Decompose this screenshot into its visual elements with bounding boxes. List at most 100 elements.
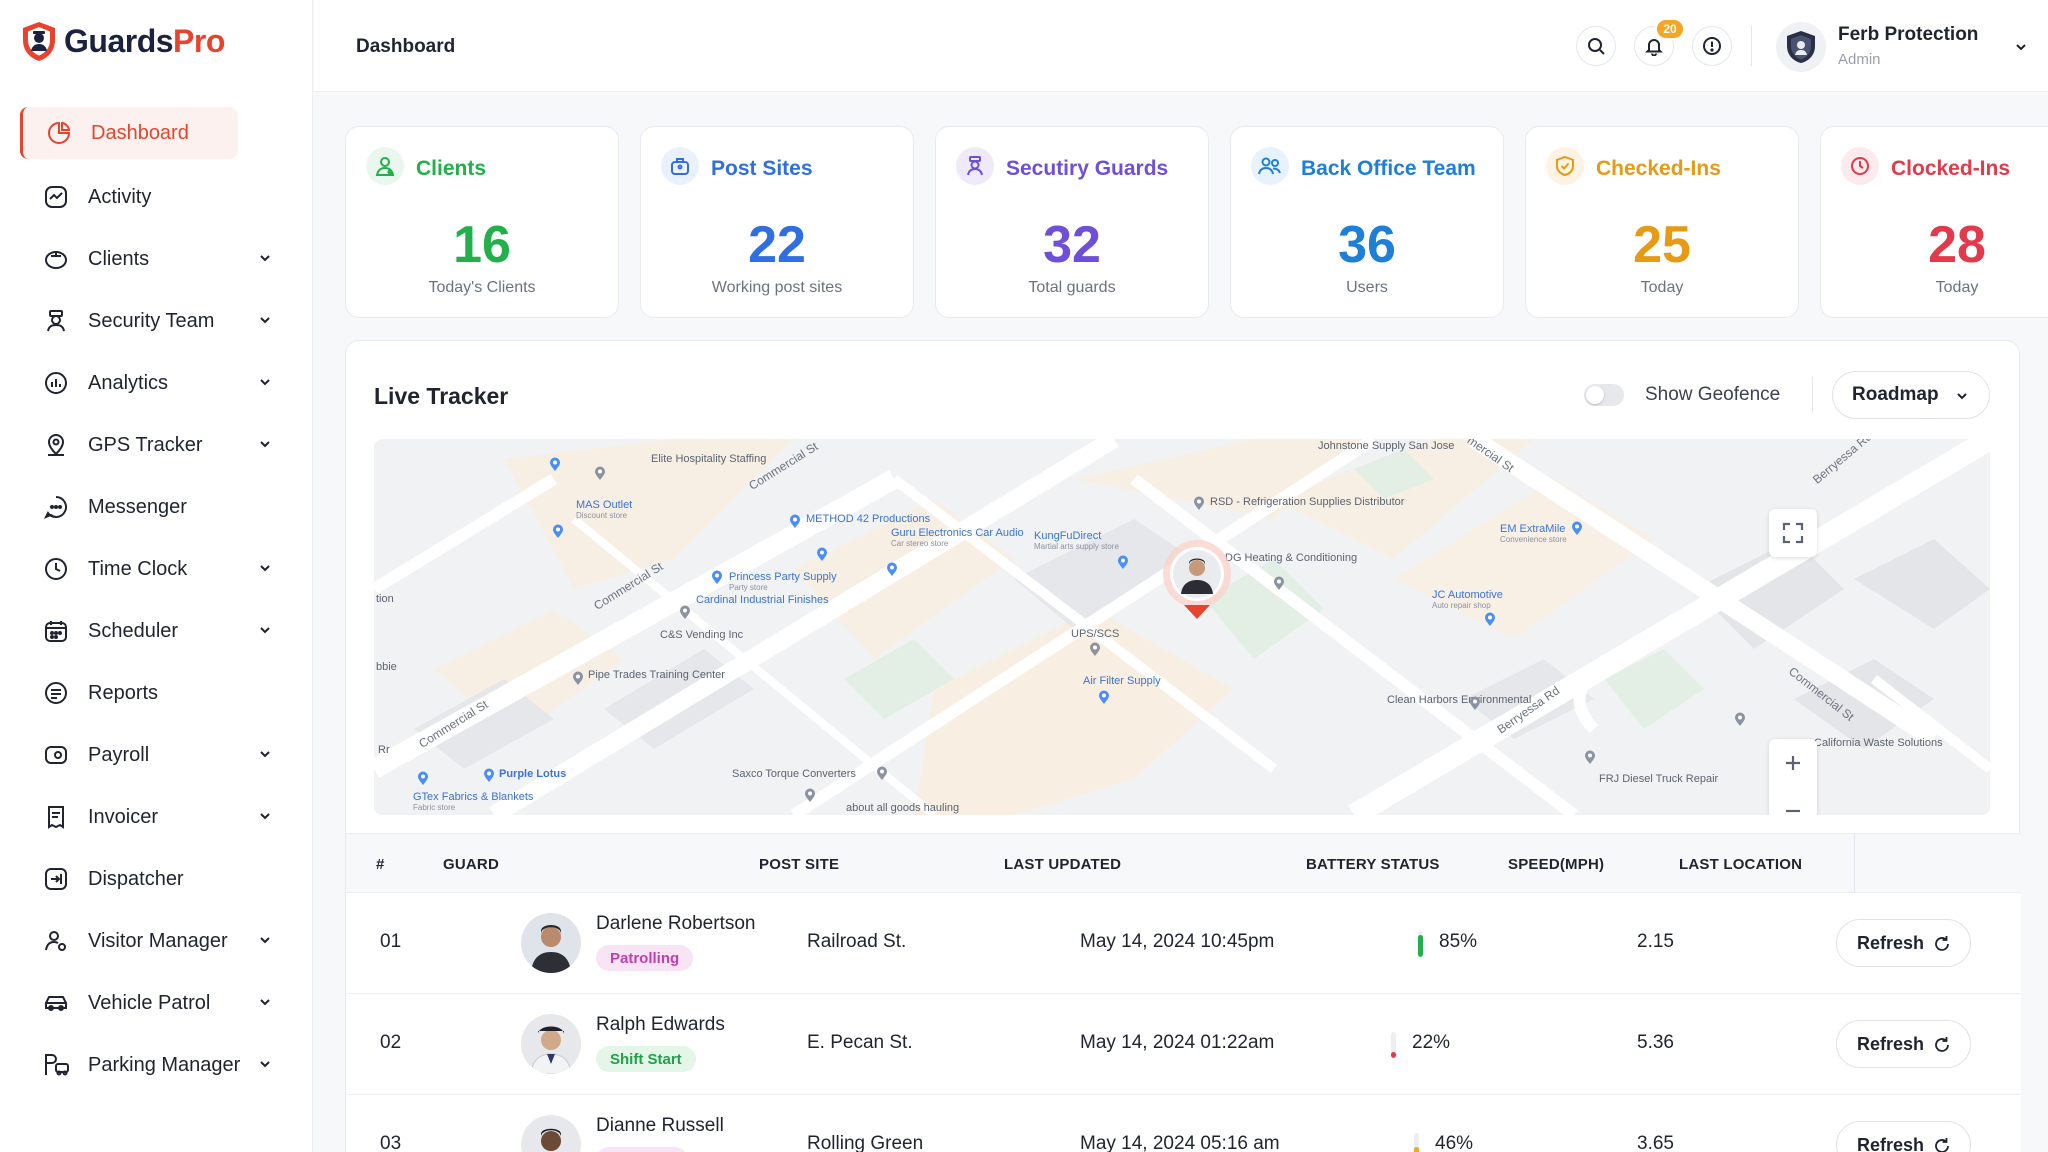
zoom-out-button[interactable]: [1769, 787, 1817, 815]
table-row[interactable]: 02 Ralph Edwards Shift Start E. Pecan St…: [346, 994, 2021, 1095]
stat-title: Post Sites: [711, 157, 813, 180]
column-header: #: [376, 856, 385, 873]
sidebar-item-time-clock[interactable]: Time Clock: [20, 543, 288, 595]
map-pin-icon[interactable]: [481, 767, 497, 783]
post-site: E. Pecan St.: [807, 1032, 913, 1053]
sidebar-item-invoicer[interactable]: Invoicer: [20, 791, 288, 843]
stat-value: 28: [1928, 216, 1986, 274]
stat-title: Secutiry Guards: [1006, 157, 1169, 180]
map-pin-icon[interactable]: [709, 569, 725, 585]
sidebar-item-parking-manager[interactable]: Parking Manager: [20, 1039, 288, 1091]
sidebar-item-gps-tracker[interactable]: GPS Tracker: [20, 419, 288, 471]
map-pin-icon[interactable]: [1569, 520, 1585, 536]
row-number: 02: [380, 1032, 402, 1053]
sidebar-item-security-team[interactable]: Security Team: [20, 295, 288, 347]
map-pin-icon[interactable]: [592, 465, 608, 481]
sidebar-item-vehicle-patrol[interactable]: Vehicle Patrol: [20, 977, 288, 1029]
table-row[interactable]: 01 Darlene Robertson Patrolling Railroad…: [346, 893, 2021, 994]
map-place-label: about all goods hauling: [846, 802, 960, 814]
map-place-label: Guru Electronics Car Audio Car stereo sto…: [891, 527, 1024, 548]
user-name[interactable]: Ferb Protection: [1838, 24, 1978, 46]
map-pin-icon[interactable]: [1191, 495, 1207, 511]
sidebar-item-label: Parking Manager: [88, 1053, 241, 1076]
company-avatar[interactable]: [1776, 22, 1826, 72]
map-pin-icon[interactable]: [415, 770, 431, 786]
sidebar-item-payroll[interactable]: Payroll: [20, 729, 288, 781]
stat-card-back-office-team[interactable]: Back Office Team 36 Users: [1230, 126, 1504, 318]
map-pin-icon[interactable]: [570, 670, 586, 686]
map-pin-icon[interactable]: [1482, 611, 1498, 627]
fullscreen-button[interactable]: [1769, 509, 1817, 557]
sidebar-item-dashboard[interactable]: Dashboard: [20, 107, 238, 159]
map-place-label: Rr: [378, 744, 390, 756]
guard-location-marker-icon[interactable]: [1162, 539, 1232, 627]
map-pin-icon[interactable]: [884, 561, 900, 577]
map-pin-icon[interactable]: [1096, 689, 1112, 705]
column-header: LAST UPDATED: [1004, 856, 1122, 873]
clients-stat-icon: [366, 147, 404, 185]
stat-card-post-sites[interactable]: Post Sites 22 Working post sites: [640, 126, 914, 318]
stat-card-clocked-ins[interactable]: Clocked-Ins 28 Today: [1820, 126, 2048, 318]
guard-avatar[interactable]: [521, 1014, 581, 1074]
refresh-location-button[interactable]: Refresh: [1836, 1121, 1971, 1152]
map-pin-icon[interactable]: [802, 787, 818, 803]
map-pin-icon[interactable]: [787, 513, 803, 529]
geofence-toggle[interactable]: [1584, 384, 1624, 406]
map-pin-icon[interactable]: [550, 523, 566, 539]
map-place-label: RSD - Refrigeration Supplies Distributor: [1210, 496, 1405, 508]
battery-fill: [1391, 1052, 1396, 1058]
messenger-icon: [42, 493, 70, 521]
zoom-in-button[interactable]: [1769, 739, 1817, 787]
map-place-label: Pipe Trades Training Center: [588, 669, 725, 681]
battery-bar: [1391, 1032, 1396, 1058]
map-pin-icon[interactable]: [814, 546, 830, 562]
map-pin-icon[interactable]: [1732, 711, 1748, 727]
stat-card-security-guards[interactable]: Secutiry Guards 32 Total guards: [935, 126, 1209, 318]
search-button[interactable]: [1576, 26, 1616, 66]
map[interactable]: Elite Hospitality Staffing MAS Outlet Dis…: [374, 439, 1990, 815]
sidebar-item-analytics[interactable]: Analytics: [20, 357, 288, 409]
stat-card-checked-ins[interactable]: Checked-Ins 25 Today: [1525, 126, 1799, 318]
map-pin-icon[interactable]: [1582, 749, 1598, 765]
chevron-down-icon[interactable]: [2014, 40, 2028, 54]
team-stat-icon: [1251, 147, 1289, 185]
refresh-label: Refresh: [1857, 1033, 1925, 1054]
guard-name[interactable]: Dianne Russell: [596, 1115, 724, 1137]
guard-avatar[interactable]: [521, 913, 581, 973]
sidebar-item-activity[interactable]: Activity: [20, 171, 288, 223]
sidebar-item-clients[interactable]: Clients: [20, 233, 288, 285]
map-pin-icon[interactable]: [1087, 641, 1103, 657]
sidebar-item-visitor-manager[interactable]: Visitor Manager: [20, 915, 288, 967]
stat-value: 25: [1633, 216, 1691, 274]
vehicle-patrol-icon: [42, 989, 70, 1017]
map-pin-icon[interactable]: [874, 765, 890, 781]
refresh-location-button[interactable]: Refresh: [1836, 919, 1971, 967]
logo[interactable]: GuardsPro: [20, 20, 225, 62]
sidebar-item-label: Dispatcher: [88, 867, 184, 890]
guard-name[interactable]: Darlene Robertson: [596, 913, 755, 935]
alerts-button[interactable]: [1692, 26, 1732, 66]
stat-title: Clients: [416, 157, 487, 180]
refresh-location-button[interactable]: Refresh: [1836, 1020, 1971, 1068]
map-pin-icon[interactable]: [547, 456, 563, 472]
map-pin-icon[interactable]: [1115, 554, 1131, 570]
map-pin-icon[interactable]: [677, 604, 693, 620]
sidebar-item-messenger[interactable]: Messenger: [20, 481, 288, 533]
map-place-label: METHOD 42 Productions: [806, 513, 931, 525]
table-row[interactable]: 03 Dianne Russell Rolling Green May 14, …: [346, 1095, 2021, 1152]
dispatcher-icon: [42, 865, 70, 893]
sidebar-item-label: Vehicle Patrol: [88, 991, 211, 1014]
map-pin-icon[interactable]: [1271, 575, 1287, 591]
sidebar-item-reports[interactable]: Reports: [20, 667, 288, 719]
map-type-select[interactable]: Roadmap: [1832, 371, 1990, 419]
guard-avatar[interactable]: [521, 1115, 581, 1152]
sidebar-item-scheduler[interactable]: Scheduler: [20, 605, 288, 657]
guards-stat-icon: [956, 147, 994, 185]
map-pin-icon[interactable]: [1467, 695, 1483, 711]
stat-card-clients[interactable]: Clients 16 Today's Clients: [345, 126, 619, 318]
guard-name[interactable]: Ralph Edwards: [596, 1014, 725, 1036]
fullscreen-icon: [1782, 522, 1804, 544]
divider: [1854, 834, 1855, 894]
row-number: 01: [380, 931, 402, 952]
sidebar-item-dispatcher[interactable]: Dispatcher: [20, 853, 288, 905]
